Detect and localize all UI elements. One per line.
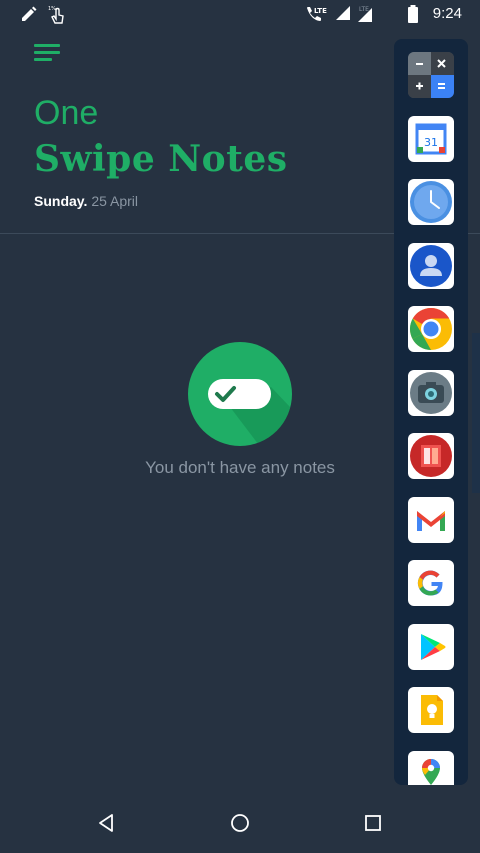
touch-icon: 1% xyxy=(48,5,66,29)
app-title: Swipe Notes xyxy=(34,138,288,180)
app-maps[interactable] xyxy=(408,751,454,785)
title-prefix: One xyxy=(34,94,99,132)
app-gmail[interactable] xyxy=(408,497,454,543)
app-clock[interactable] xyxy=(408,179,454,225)
google-icon xyxy=(417,570,443,596)
status-time: 9:24 xyxy=(432,5,462,22)
chrome-icon xyxy=(409,308,452,351)
scroll-indicator[interactable] xyxy=(472,333,480,493)
gmail-icon xyxy=(417,511,445,531)
app-keep[interactable] xyxy=(408,687,454,733)
camera-icon xyxy=(410,372,452,414)
office-icon xyxy=(410,435,452,477)
svg-text:31: 31 xyxy=(424,136,438,149)
play-store-icon xyxy=(421,634,446,660)
app-play-store[interactable] xyxy=(408,624,454,670)
date-row: Sunday. 25 April xyxy=(34,193,138,209)
battery-icon xyxy=(407,5,419,27)
signal-lte-icon: LTE xyxy=(357,5,377,27)
calendar-icon: 31 xyxy=(415,123,447,155)
navigation-bar xyxy=(0,793,480,853)
day-label: Sunday. xyxy=(34,193,88,209)
hamburger-menu-icon[interactable] xyxy=(34,44,62,64)
app-chrome[interactable] xyxy=(408,306,454,352)
app-dock: 31 xyxy=(394,39,468,785)
svg-text:LTE: LTE xyxy=(359,6,369,13)
clock-icon xyxy=(410,181,452,223)
svg-text:1%: 1% xyxy=(48,6,56,12)
maps-icon xyxy=(422,759,440,785)
app-camera[interactable] xyxy=(408,370,454,416)
calculator-icon xyxy=(408,52,454,98)
keep-icon xyxy=(421,695,443,725)
app-google[interactable] xyxy=(408,560,454,606)
app-calendar[interactable]: 31 xyxy=(408,116,454,162)
date-label: 25 April xyxy=(91,193,139,209)
status-bar: 1% LTE LTE 9:24 xyxy=(0,0,480,30)
pencil-icon xyxy=(20,5,38,27)
app-contacts[interactable] xyxy=(408,243,454,289)
recents-icon[interactable] xyxy=(361,811,385,835)
back-icon[interactable] xyxy=(95,811,119,835)
lte-call-icon: LTE xyxy=(305,5,329,27)
app-office[interactable] xyxy=(408,433,454,479)
app-calculator[interactable] xyxy=(408,52,454,98)
toggle-check-icon xyxy=(187,341,293,447)
svg-text:LTE: LTE xyxy=(314,7,327,15)
signal-icon xyxy=(335,5,351,25)
home-icon[interactable] xyxy=(228,811,252,835)
contacts-icon xyxy=(410,245,452,287)
